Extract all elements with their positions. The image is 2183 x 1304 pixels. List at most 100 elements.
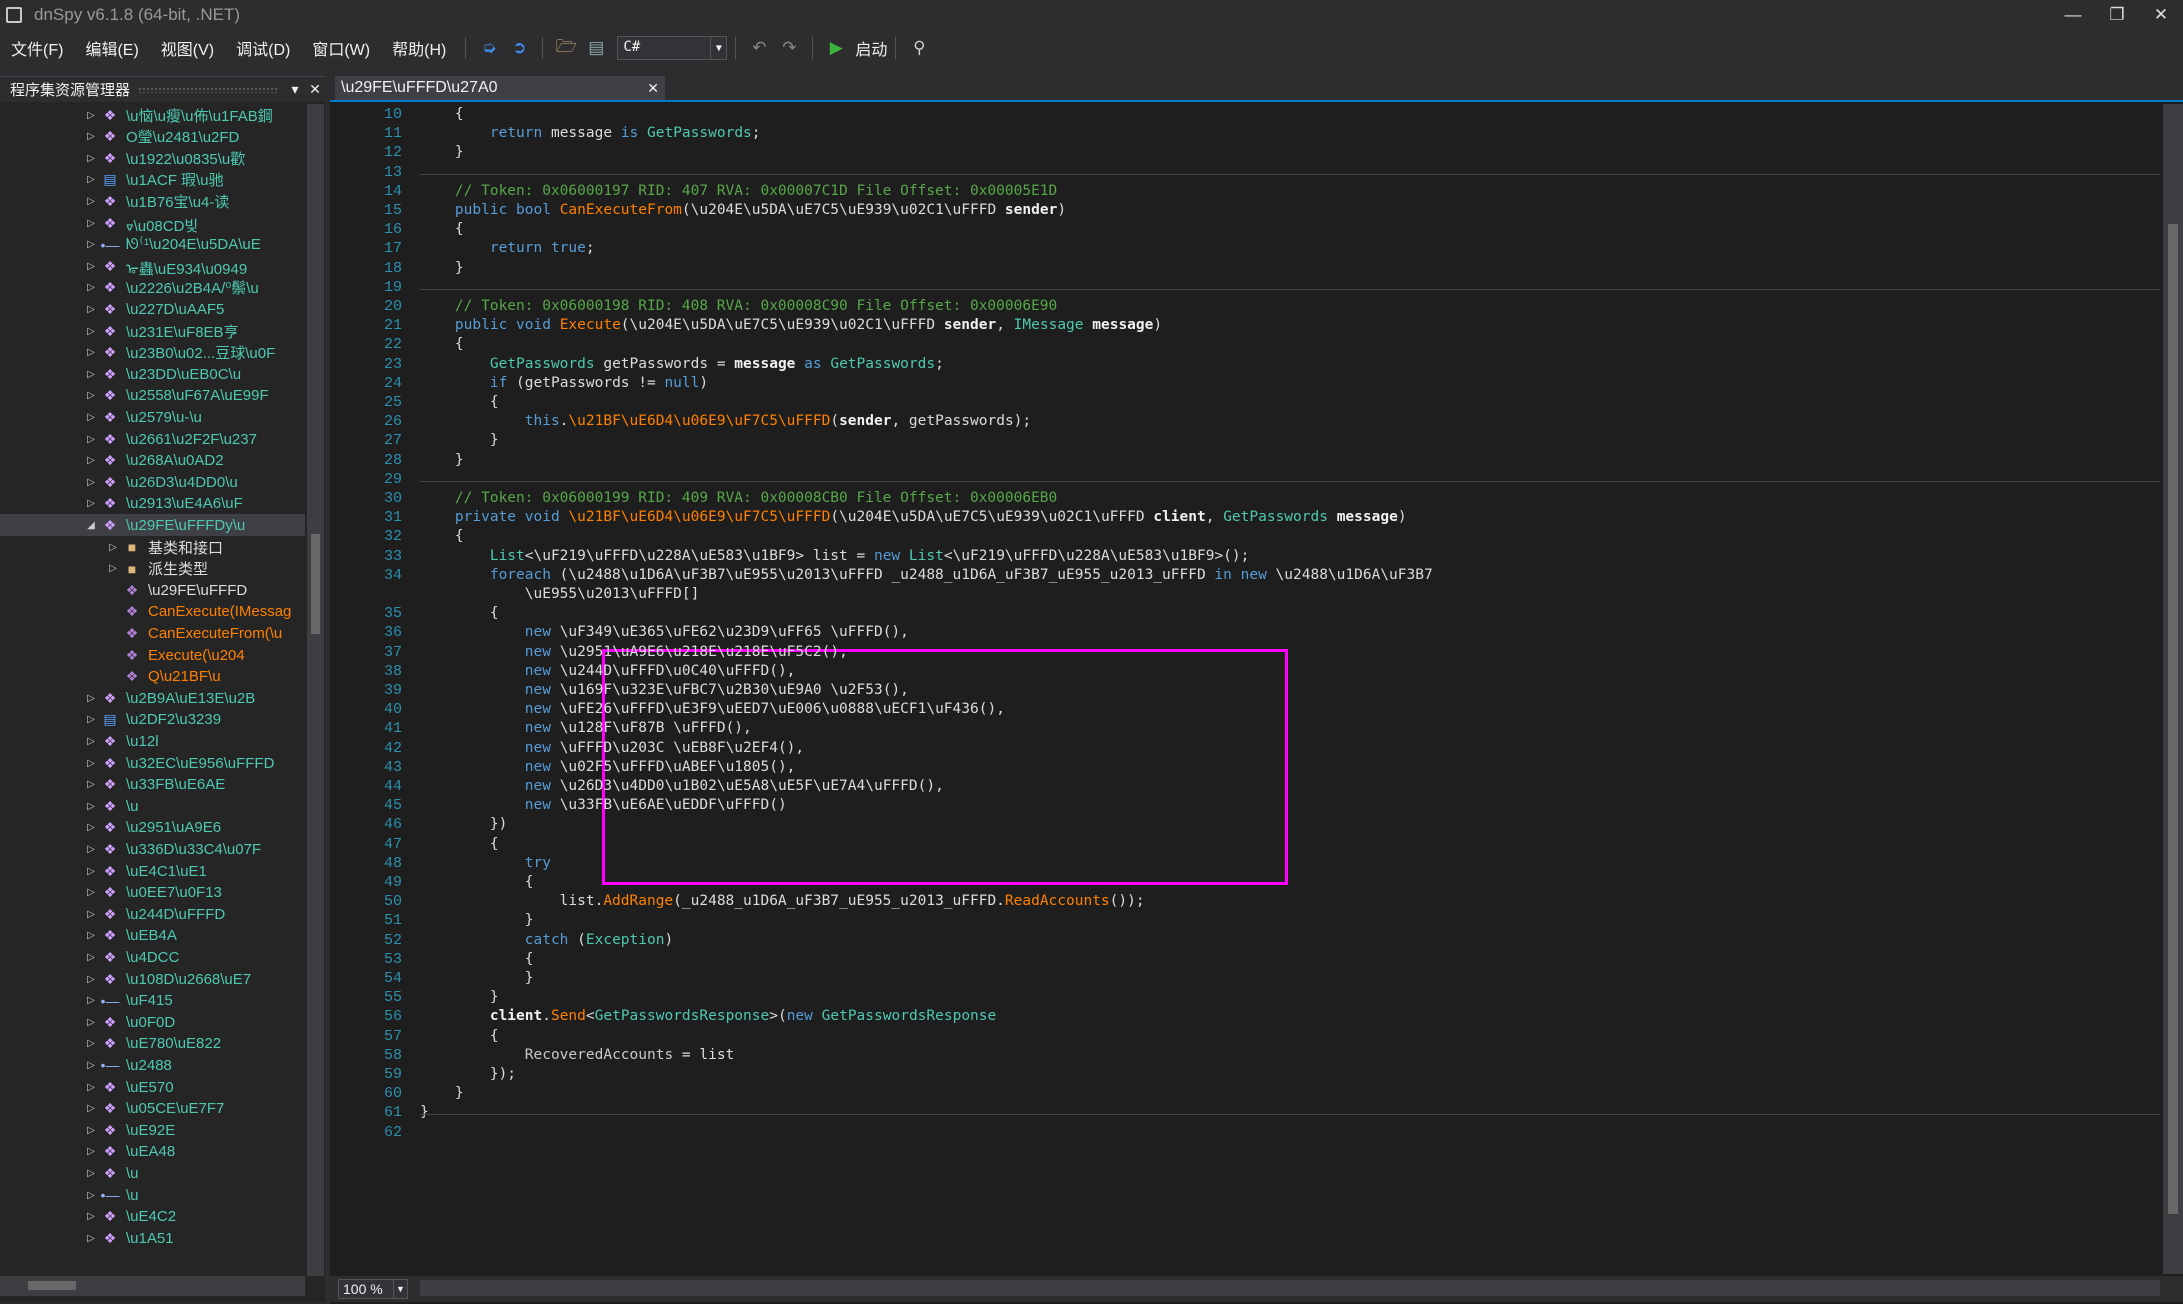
tree-node[interactable]: ▷ ❖ \u23DD\uEB0C\u bbox=[0, 363, 305, 385]
expand-arrow-icon[interactable]: ▷ bbox=[84, 758, 98, 769]
expand-arrow-icon[interactable]: ▷ bbox=[84, 1017, 98, 1028]
expand-arrow-icon[interactable]: ▷ bbox=[84, 1038, 98, 1049]
expand-arrow-icon[interactable]: ▷ bbox=[84, 1060, 98, 1071]
expand-arrow-icon[interactable]: ▷ bbox=[84, 844, 98, 855]
expand-arrow-icon[interactable]: ▷ bbox=[84, 1233, 98, 1244]
tree-node[interactable]: ▷ ❖ \u108D\u2668\uE7 bbox=[0, 968, 305, 990]
tree-node[interactable]: ▷ ❖ \u336D\u33C4\u07F bbox=[0, 838, 305, 860]
tree-node[interactable]: ❖ \u29FE\uFFFD bbox=[0, 579, 305, 601]
expand-arrow-icon[interactable]: ▷ bbox=[84, 390, 98, 401]
zoom-select[interactable]: 100 % ▼ bbox=[338, 1279, 408, 1299]
expand-arrow-icon[interactable]: ▷ bbox=[84, 412, 98, 423]
tree-node[interactable]: ❖ Execute(\u204 bbox=[0, 644, 305, 666]
redo-icon[interactable]: ↷ bbox=[776, 35, 802, 61]
tree-node[interactable]: ▷ ❖ O瑩\u2481\u2FD bbox=[0, 126, 305, 148]
play-icon[interactable]: ▶ bbox=[823, 35, 849, 61]
tree-node[interactable]: ❖ CanExecute(IMessag bbox=[0, 601, 305, 623]
scroll-thumb[interactable] bbox=[2168, 224, 2178, 1214]
menu-window[interactable]: 窗口(W) bbox=[301, 36, 381, 60]
expand-arrow-icon[interactable]: ▷ bbox=[84, 153, 98, 164]
expand-arrow-icon[interactable]: ▷ bbox=[106, 563, 120, 574]
tree-node[interactable]: ▷ ❖ \u244D\uFFFD bbox=[0, 903, 305, 925]
tree-node[interactable]: ▷ ❖ \uE4C2 bbox=[0, 1206, 305, 1228]
tree-node[interactable]: ▷ ❖ \u227D\uAAF5 bbox=[0, 298, 305, 320]
close-icon[interactable]: ✕ bbox=[2139, 0, 2183, 30]
back-icon[interactable]: ➭ bbox=[476, 35, 502, 61]
menu-view[interactable]: 视图(V) bbox=[150, 36, 225, 60]
expand-arrow-icon[interactable]: ▷ bbox=[84, 887, 98, 898]
tree-node[interactable]: ▷ ❖ \u26D3\u4DD0\u bbox=[0, 471, 305, 493]
tree-node[interactable]: ❖ CanExecuteFrom(\u bbox=[0, 622, 305, 644]
expand-arrow-icon[interactable]: ▷ bbox=[84, 455, 98, 466]
tree-node[interactable]: ▷ ❖ \u bbox=[0, 1162, 305, 1184]
tab-close-icon[interactable]: ✕ bbox=[647, 80, 659, 97]
expand-arrow-icon[interactable]: ▷ bbox=[84, 995, 98, 1006]
tree-node[interactable]: ▷ ❖ \uE780\uE822 bbox=[0, 1033, 305, 1055]
tree-node[interactable]: ▷ ❖ \uEB4A bbox=[0, 925, 305, 947]
tree-node[interactable]: ▷ ❖ \u12l bbox=[0, 730, 305, 752]
expand-arrow-icon[interactable]: ▷ bbox=[84, 282, 98, 293]
tree-node[interactable]: ▷ ❖ \u2B9A\uE13E\u2B bbox=[0, 687, 305, 709]
expand-arrow-icon[interactable]: ▷ bbox=[84, 110, 98, 121]
expand-arrow-icon[interactable]: ▷ bbox=[84, 498, 98, 509]
tree-node[interactable]: ▷ ❖ \u23B0\u02...豆球\u0F bbox=[0, 342, 305, 364]
tree-node[interactable]: ▷ ❖ \u2661\u2F2F\u237 bbox=[0, 428, 305, 450]
expand-arrow-icon[interactable]: ▷ bbox=[84, 1168, 98, 1179]
expand-arrow-icon[interactable]: ▷ bbox=[106, 542, 120, 553]
tree-node[interactable]: ▷ ❖ \u1A51 bbox=[0, 1227, 305, 1249]
tree-node[interactable]: ▷ ❖ ᢦ\u08CD빚 bbox=[0, 212, 305, 236]
tree-node[interactable]: ▷ ▤ \u2DF2\u3239 bbox=[0, 709, 305, 731]
forward-icon[interactable]: ➲ bbox=[506, 35, 532, 61]
tree-node[interactable]: ▷ ❖ \u268A\u0AD2 bbox=[0, 450, 305, 472]
panel-menu-icon[interactable]: ▾ bbox=[285, 81, 305, 98]
save-icon[interactable]: ▤ bbox=[583, 35, 609, 61]
tree-node[interactable]: ▷ •— \uF415 bbox=[0, 990, 305, 1012]
tree-node[interactable]: ▷ •— \u2488 bbox=[0, 1054, 305, 1076]
expand-arrow-icon[interactable]: ▷ bbox=[84, 434, 98, 445]
expand-arrow-icon[interactable]: ▷ bbox=[84, 974, 98, 985]
tree-horizontal-scrollbar[interactable] bbox=[0, 1276, 305, 1296]
tree-node[interactable]: ▷ ❖ \u0EE7\u0F13 bbox=[0, 882, 305, 904]
expand-arrow-icon[interactable]: ▷ bbox=[84, 1082, 98, 1093]
expand-arrow-icon[interactable]: ▷ bbox=[84, 1146, 98, 1157]
expand-arrow-icon[interactable]: ▷ bbox=[84, 693, 98, 704]
expand-arrow-icon[interactable]: ▷ bbox=[84, 196, 98, 207]
menu-debug[interactable]: 调试(D) bbox=[225, 36, 301, 60]
tree-node[interactable]: ▷ ❖ \u0F0D bbox=[0, 1011, 305, 1033]
expand-arrow-icon[interactable]: ▷ bbox=[84, 822, 98, 833]
expand-arrow-icon[interactable]: ▷ bbox=[84, 1125, 98, 1136]
open-file-icon[interactable]: 🗁 bbox=[553, 35, 579, 61]
expand-arrow-icon[interactable]: ▷ bbox=[84, 779, 98, 790]
expand-arrow-icon[interactable]: ▷ bbox=[84, 1211, 98, 1222]
search-icon[interactable]: ⚲ bbox=[906, 35, 932, 61]
tree-node[interactable]: ▷ ❖ \u05CE\uE7F7 bbox=[0, 1098, 305, 1120]
tree-node[interactable]: ◢ ❖ \u29FE\uFFFDy\u bbox=[0, 514, 305, 537]
expand-arrow-icon[interactable]: ▷ bbox=[84, 1190, 98, 1201]
minimize-icon[interactable]: — bbox=[2051, 0, 2095, 30]
undo-icon[interactable]: ↶ bbox=[746, 35, 772, 61]
expand-arrow-icon[interactable]: ▷ bbox=[84, 866, 98, 877]
tree-node[interactable]: ▷ ❖ ᢛ蟲\uE934\u0949 bbox=[0, 255, 305, 279]
menu-help[interactable]: 帮助(H) bbox=[381, 36, 457, 60]
expanded-arrow-icon[interactable]: ◢ bbox=[84, 520, 98, 531]
tree-node[interactable]: ▷ ❖ \uE570 bbox=[0, 1076, 305, 1098]
tree-node[interactable]: ▷ ❖ \u4DCC bbox=[0, 946, 305, 968]
menu-file[interactable]: 文件(F) bbox=[0, 36, 74, 60]
tree-node[interactable]: ▷ •— \u bbox=[0, 1184, 305, 1206]
expand-arrow-icon[interactable]: ▷ bbox=[84, 369, 98, 380]
tree-node[interactable]: ▷ ❖ \u2579\u-\u bbox=[0, 406, 305, 428]
expand-arrow-icon[interactable]: ▷ bbox=[84, 326, 98, 337]
expand-arrow-icon[interactable]: ▷ bbox=[84, 909, 98, 920]
tree-node[interactable]: ▷ ❖ \u231E\uF8EB亨 bbox=[0, 320, 305, 342]
tree-node[interactable]: ▷ ▤ \u1ACF 瑕\u驰 bbox=[0, 169, 305, 191]
code-view[interactable]: { return message is GetPasswords; } // T… bbox=[420, 104, 2160, 1274]
tree-node[interactable]: ▷ ❖ \u32EC\uE956\uFFFD bbox=[0, 752, 305, 774]
tree-node[interactable]: ▷ ❖ \uE92E bbox=[0, 1119, 305, 1141]
expand-arrow-icon[interactable]: ▷ bbox=[84, 736, 98, 747]
tree-node[interactable]: ▷ ❖ \u恼\u瘦\u佈\u1FAB鋼 bbox=[0, 104, 305, 126]
tree-vertical-scrollbar[interactable] bbox=[307, 104, 324, 1276]
expand-arrow-icon[interactable]: ▷ bbox=[84, 801, 98, 812]
tree-node[interactable]: ▷ ❖ \u2558\uF67A\uE99F bbox=[0, 385, 305, 407]
tree-node[interactable]: ▷ ❖ \uEA48 bbox=[0, 1141, 305, 1163]
expand-arrow-icon[interactable]: ▷ bbox=[84, 477, 98, 488]
